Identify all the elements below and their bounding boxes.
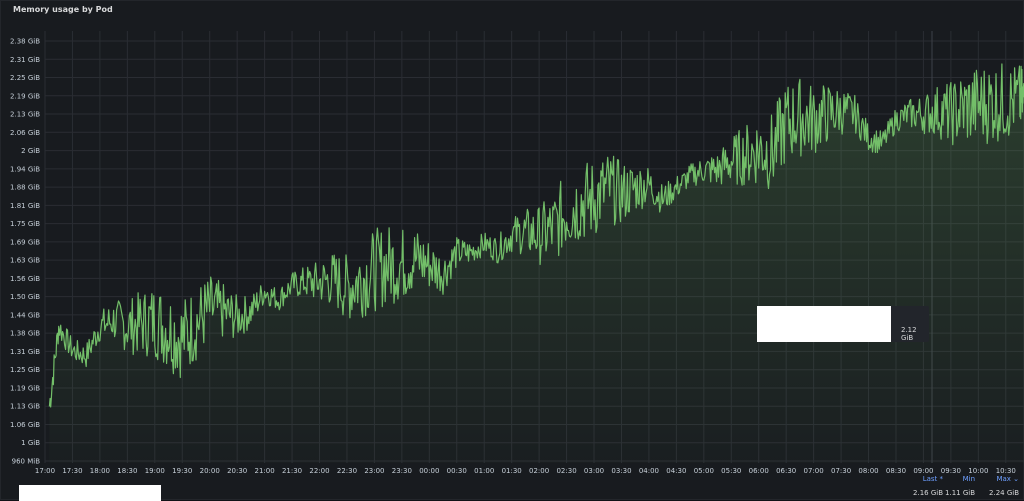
x-tick-label: 03:00 bbox=[584, 467, 604, 475]
x-tick-label: 17:30 bbox=[62, 467, 82, 475]
y-tick-label: 2.25 GiB bbox=[10, 74, 40, 82]
memory-panel: 960 MiB 1 GiB 1.06 GiB 1.13 GiB 1.19 GiB 1.25… bbox=[0, 0, 1024, 501]
y-tick-label: 1.44 GiB bbox=[10, 311, 40, 319]
x-tick-label: 21:00 bbox=[255, 467, 275, 475]
redacted-series-name bbox=[757, 306, 891, 342]
x-tick-label: 09:30 bbox=[941, 467, 961, 475]
x-tick-label: 01:00 bbox=[474, 467, 494, 475]
legend-header-min[interactable]: Min bbox=[943, 475, 975, 483]
x-tick-label: 04:30 bbox=[666, 467, 686, 475]
y-tick-label: 1.81 GiB bbox=[10, 202, 40, 210]
y-tick-label: 1.31 GiB bbox=[10, 348, 40, 356]
x-tick-label: 01:30 bbox=[502, 467, 522, 475]
y-tick-label: 1.63 GiB bbox=[10, 257, 40, 265]
x-tick-label: 18:30 bbox=[117, 467, 137, 475]
y-tick-label: 2.31 GiB bbox=[10, 56, 40, 64]
legend-header-max[interactable]: Max ⌄ bbox=[975, 475, 1019, 483]
y-tick-label: 2.06 GiB bbox=[10, 129, 40, 137]
x-tick-label: 07:00 bbox=[804, 467, 824, 475]
x-tick-label: 19:00 bbox=[145, 467, 165, 475]
series-area bbox=[49, 64, 1024, 463]
memory-chart: 960 MiB 1 GiB 1.06 GiB 1.13 GiB 1.19 GiB 1.25… bbox=[10, 31, 1024, 475]
x-tick-label: 18:00 bbox=[90, 467, 110, 475]
legend-value-min: 1.11 GiB bbox=[945, 489, 975, 497]
y-tick-label: 2.13 GiB bbox=[10, 111, 40, 119]
x-tick-label: 05:00 bbox=[694, 467, 714, 475]
x-tick-label: 02:30 bbox=[556, 467, 576, 475]
x-tick-label: 08:00 bbox=[858, 467, 878, 475]
x-tick-label: 00:30 bbox=[447, 467, 467, 475]
x-tick-label: 09:00 bbox=[913, 467, 933, 475]
legend-value-max: 2.24 GiB bbox=[989, 489, 1019, 497]
x-tick-label: 06:00 bbox=[749, 467, 769, 475]
x-tick-label: 10:30 bbox=[996, 467, 1016, 475]
y-tick-label: 1.88 GiB bbox=[10, 184, 40, 192]
y-tick-label: 1.75 GiB bbox=[10, 220, 40, 228]
y-tick-label: 1.13 GiB bbox=[10, 403, 40, 411]
y-tick-label: 1.50 GiB bbox=[10, 293, 40, 301]
x-tick-label: 17:00 bbox=[35, 467, 55, 475]
x-tick-label: 23:00 bbox=[364, 467, 384, 475]
x-tick-label: 19:30 bbox=[172, 467, 192, 475]
x-tick-label: 22:00 bbox=[309, 467, 329, 475]
y-tick-label: 1.56 GiB bbox=[10, 275, 40, 283]
x-tick-label: 00:00 bbox=[419, 467, 439, 475]
x-tick-label: 05:30 bbox=[721, 467, 741, 475]
y-tick-label: 1.06 GiB bbox=[10, 421, 40, 429]
x-tick-label: 04:00 bbox=[639, 467, 659, 475]
x-tick-label: 20:30 bbox=[227, 467, 247, 475]
legend-header-last[interactable]: Last * bbox=[899, 475, 943, 483]
x-tick-label: 08:30 bbox=[886, 467, 906, 475]
x-tick-label: 22:30 bbox=[337, 467, 357, 475]
legend-value-last: 2.16 GiB bbox=[913, 489, 943, 497]
x-tick-label: 10:00 bbox=[968, 467, 988, 475]
y-tick-label: 2 GiB bbox=[21, 147, 40, 155]
y-tick-label: 1.69 GiB bbox=[10, 238, 40, 246]
legend-table: Last * Min Max ⌄ 2.16 GiB 1.11 GiB 2.24 … bbox=[899, 475, 1019, 497]
y-tick-label: 1.94 GiB bbox=[10, 165, 40, 173]
x-tick-label: 21:30 bbox=[282, 467, 302, 475]
x-tick-label: 02:00 bbox=[529, 467, 549, 475]
redacted-legend-series[interactable] bbox=[19, 485, 161, 501]
x-tick-label: 20:00 bbox=[200, 467, 220, 475]
x-tick-label: 03:30 bbox=[611, 467, 631, 475]
y-tick-label: 2.19 GiB bbox=[10, 92, 40, 100]
x-tick-label: 06:30 bbox=[776, 467, 796, 475]
x-tick-label: 07:30 bbox=[831, 467, 851, 475]
y-tick-label: 1 GiB bbox=[21, 439, 40, 447]
y-tick-label: 1.25 GiB bbox=[10, 366, 40, 374]
tooltip-value: 2.12 GiB bbox=[901, 326, 917, 342]
y-tick-label: 2.38 GiB bbox=[10, 38, 40, 46]
y-tick-label: 960 MiB bbox=[12, 458, 41, 466]
y-tick-label: 1.38 GiB bbox=[10, 330, 40, 338]
panel-title[interactable]: Memory usage by Pod bbox=[13, 5, 113, 14]
y-tick-label: 1.19 GiB bbox=[10, 384, 40, 392]
hover-tooltip: 2.12 GiB bbox=[757, 306, 929, 342]
x-tick-label: 23:30 bbox=[392, 467, 412, 475]
